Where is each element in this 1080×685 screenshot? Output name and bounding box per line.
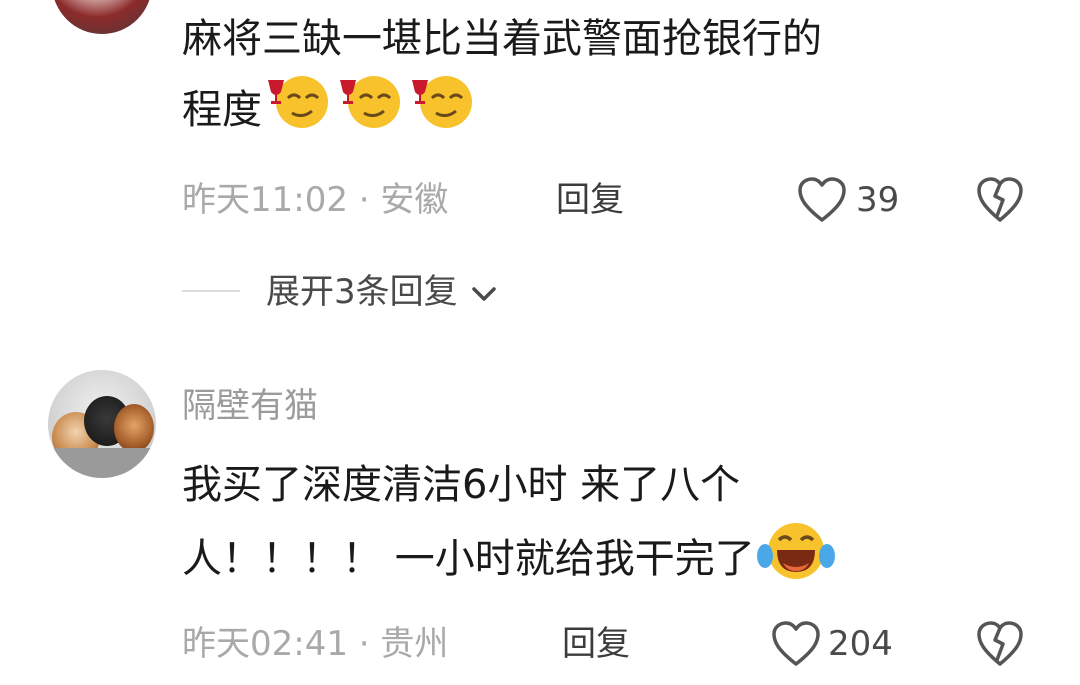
heart-icon: [798, 177, 846, 222]
like-count: 204: [828, 624, 893, 664]
dislike-button[interactable]: [975, 176, 1025, 224]
dislike-button[interactable]: [975, 620, 1025, 668]
comment-text-line-2-text: 程度: [182, 87, 262, 133]
divider: [182, 290, 240, 292]
reply-button[interactable]: 回复: [562, 624, 630, 664]
smirk-wine-emoji-icon: [262, 72, 334, 152]
comment-text-line-2: 人！！！！ 一小时就给我干完了: [182, 518, 1062, 604]
comment-text-line-1: 麻将三缺一堪比当着武警面抢银行的: [182, 16, 822, 62]
smirk-wine-emoji-icon: [334, 72, 406, 152]
comment-text-line-1: 我买了深度清洁6小时 来了八个: [182, 462, 741, 508]
comment-meta: 昨天11:02 · 安徽: [182, 180, 449, 220]
comment-text: 麻将三缺一堪比当着武警面抢银行的 程度: [182, 6, 1062, 152]
like-button[interactable]: [770, 620, 822, 668]
avatar[interactable]: [52, 0, 152, 34]
username[interactable]: 隔壁有猫: [182, 386, 318, 426]
reply-button[interactable]: 回复: [556, 180, 624, 220]
laughing-tears-emoji-icon: [755, 518, 837, 604]
chevron-down-icon: [472, 286, 497, 301]
broken-heart-icon: [977, 621, 1023, 666]
expand-replies-label: 展开3条回复: [266, 272, 458, 312]
heart-icon: [772, 621, 820, 666]
comment-meta: 昨天02:41 · 贵州: [182, 624, 449, 664]
comment-text: 我买了深度清洁6小时 来了八个 人！！！！ 一小时就给我干完了: [182, 452, 1062, 604]
like-button[interactable]: [796, 176, 848, 224]
broken-heart-icon: [977, 177, 1023, 222]
comment-text-line-2: 程度: [182, 72, 1062, 152]
expand-replies-button[interactable]: 展开3条回复: [266, 272, 498, 312]
avatar[interactable]: [48, 370, 156, 478]
comment-text-line-2-text: 人！！！！ 一小时就给我干完了: [182, 536, 755, 582]
smirk-wine-emoji-icon: [406, 72, 478, 152]
like-count: 39: [856, 180, 900, 220]
